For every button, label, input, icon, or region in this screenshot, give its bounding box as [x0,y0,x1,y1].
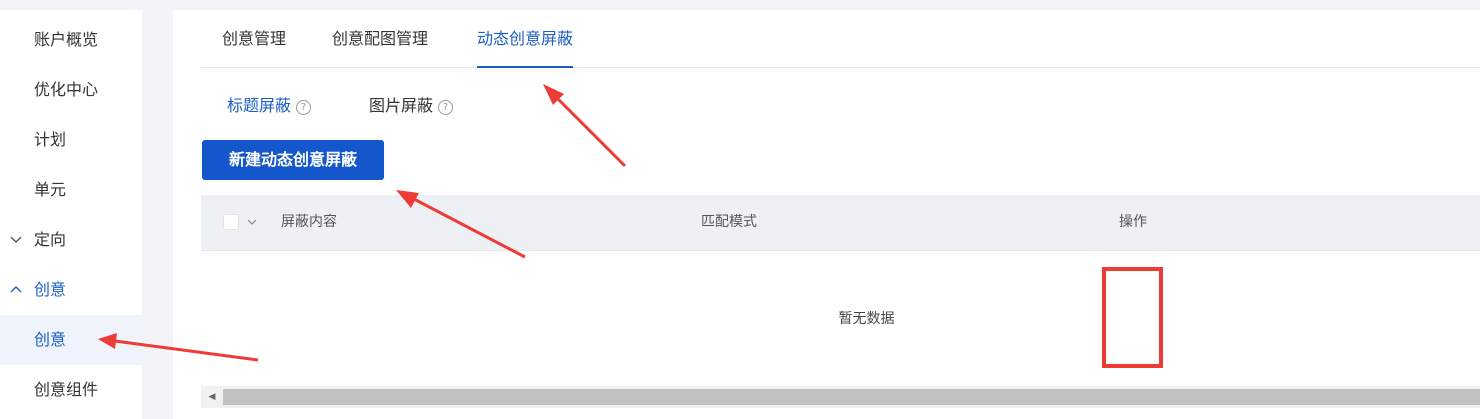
select-all-checkbox[interactable] [223,214,239,230]
sidebar-group-creative[interactable]: 创意 [0,265,142,315]
new-dynamic-creative-block-button[interactable]: 新建动态创意屏蔽 [202,140,384,180]
sidebar-item-creative[interactable]: 创意 [0,315,142,365]
sidebar-item-optimization-center[interactable]: 优化中心 [0,65,142,115]
sidebar: 账户概览 优化中心 计划 单元 定向 创意 创意 创意组件 [0,10,142,419]
help-icon[interactable]: ? [296,100,312,115]
main-panel: 创意管理 创意配图管理 动态创意屏蔽 标题屏蔽? 图片屏蔽? 新建动态创意屏蔽 … [173,10,1480,419]
sidebar-group-targeting[interactable]: 定向 [0,215,142,265]
tab-bar: 创意管理 创意配图管理 动态创意屏蔽 [201,10,1480,68]
subtab-image-block[interactable]: 图片屏蔽? [369,95,454,117]
sidebar-item-unit[interactable]: 单元 [0,165,142,215]
sidebar-item-creative-components[interactable]: 创意组件 [0,365,142,415]
horizontal-scrollbar[interactable]: ◀ [201,386,1480,408]
scrollbar-thumb[interactable] [223,389,1480,405]
column-header-match-mode: 匹配模式 [701,214,757,230]
subtab-label: 标题屏蔽 [227,96,292,115]
empty-state-text: 暂无数据 [838,311,895,327]
sidebar-item-plan[interactable]: 计划 [0,115,142,165]
tab-creative-image-management[interactable]: 创意配图管理 [332,10,428,67]
help-icon[interactable]: ? [438,100,454,115]
column-header-block-content: 屏蔽内容 [281,214,337,230]
tab-dynamic-creative-block[interactable]: 动态创意屏蔽 [477,10,574,68]
subtab-label: 图片屏蔽 [369,96,434,115]
column-header-actions: 操作 [1119,214,1147,230]
table-header: 屏蔽内容 匹配模式 操作 [201,195,1480,251]
scroll-left-arrow-icon[interactable]: ◀ [201,386,223,408]
subtab-title-block[interactable]: 标题屏蔽? [227,95,312,117]
chevron-down-icon[interactable] [247,195,257,250]
sidebar-item-account-overview[interactable]: 账户概览 [0,15,142,65]
tab-creative-management[interactable]: 创意管理 [222,10,286,67]
